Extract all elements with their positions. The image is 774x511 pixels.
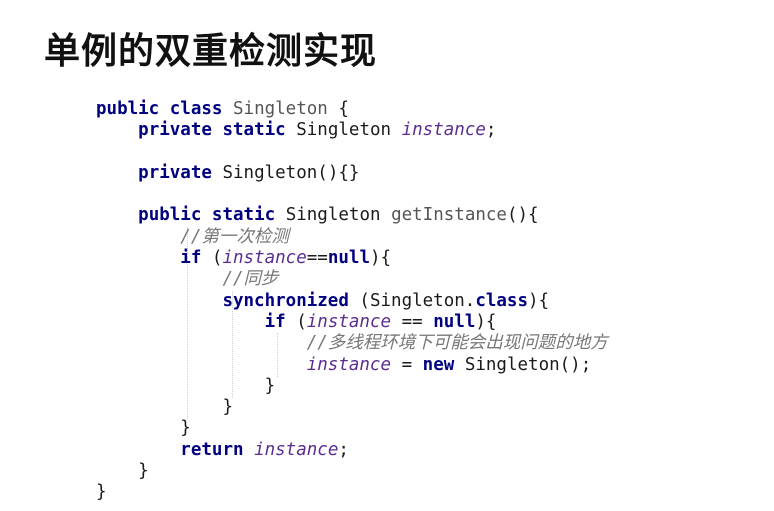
operator: == xyxy=(306,248,328,269)
code-line-19: } xyxy=(96,482,608,503)
operator: = xyxy=(401,354,413,375)
operator: == xyxy=(401,311,423,332)
closing-brace: } xyxy=(96,482,107,503)
code-line-4: private Singleton(){} xyxy=(96,163,608,184)
code-line-2: private static Singleton instance; xyxy=(96,120,608,141)
code-line-1: public class Singleton { xyxy=(96,99,608,120)
punctuation: ; xyxy=(485,120,497,141)
constructor: Singleton(){} xyxy=(222,162,360,183)
field-name: instance xyxy=(306,311,392,332)
punctuation: ( xyxy=(211,248,223,269)
keyword: private xyxy=(138,162,212,183)
keyword: class xyxy=(169,99,223,119)
closing-brace: } xyxy=(222,397,233,418)
code-line-8: if (instance==null){ xyxy=(96,248,608,269)
keyword: return xyxy=(180,439,244,460)
punctuation: (){ xyxy=(506,205,539,226)
field-name: instance xyxy=(254,439,339,460)
code-line-15: } xyxy=(96,397,608,418)
keyword: public xyxy=(138,205,202,226)
code-line-17: return instance; xyxy=(96,440,608,461)
keyword: new xyxy=(422,354,455,375)
keyword: class xyxy=(475,290,529,311)
keyword: static xyxy=(211,205,276,226)
type-name: Singleton xyxy=(296,120,392,141)
code-line-16: } xyxy=(96,418,608,439)
keyword: synchronized xyxy=(222,290,349,311)
keyword: static xyxy=(222,120,286,141)
code-line-14: } xyxy=(96,376,608,397)
type-name: Singleton xyxy=(285,205,381,226)
closing-brace: } xyxy=(180,418,191,439)
punctuation: ( xyxy=(296,311,307,332)
keyword: null xyxy=(433,311,476,332)
code-line-11: if (instance == null){ xyxy=(96,312,608,333)
code-comment: //第一次检测 xyxy=(180,226,289,247)
keyword: if xyxy=(180,248,202,269)
punctuation: ){ xyxy=(370,248,392,269)
method-name: getInstance xyxy=(391,205,507,226)
keyword: public xyxy=(96,99,160,119)
constructor-call: Singleton(); xyxy=(464,354,592,375)
code-comment: //多线程环境下可能会出现问题的地方 xyxy=(306,333,608,354)
code-line-12: //多线程环境下可能会出现问题的地方 xyxy=(96,333,608,354)
code-line-13: instance = new Singleton(); xyxy=(96,355,608,376)
page-title: 单例的双重检测实现 xyxy=(44,31,378,72)
code-line-7: //第一次检测 xyxy=(96,227,608,248)
keyword: private xyxy=(138,120,212,141)
closing-brace: } xyxy=(138,461,149,482)
code-line-18: } xyxy=(96,461,608,482)
punctuation: { xyxy=(338,99,349,119)
punctuation: ){ xyxy=(475,311,497,332)
keyword: null xyxy=(327,248,370,269)
field-name: instance xyxy=(222,248,307,269)
code-block: public class Singleton { private static … xyxy=(96,99,608,504)
class-reference: (Singleton. xyxy=(359,290,476,311)
closing-brace: } xyxy=(264,375,276,396)
code-line-9: //同步 xyxy=(96,269,608,290)
class-name: Singleton xyxy=(233,99,328,119)
code-comment: //同步 xyxy=(222,269,279,290)
code-line-6: public static Singleton getInstance(){ xyxy=(96,205,608,226)
field-name: instance xyxy=(306,354,392,375)
field-name: instance xyxy=(401,120,486,141)
code-line-10: synchronized (Singleton.class){ xyxy=(96,291,608,312)
keyword: if xyxy=(264,311,286,332)
punctuation: ){ xyxy=(528,290,550,311)
punctuation: ; xyxy=(338,439,349,460)
